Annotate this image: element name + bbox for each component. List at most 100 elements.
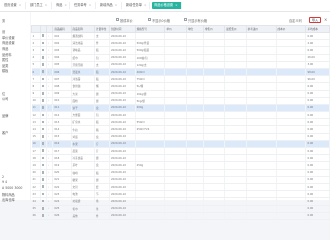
chevron-right-icon[interactable]: › [48,71,49,74]
checkbox-icon[interactable] [41,34,45,38]
checkbox-icon[interactable] [41,70,45,73]
column-header[interactable]: 最低售价 [224,25,247,33]
tab-close-icon[interactable]: × [64,3,67,7]
checkbox-icon[interactable] [41,63,45,66]
tab-2[interactable]: 商品 × [54,2,70,9]
table-row[interactable]: 5 › 005 牙膏牙刷支 2020-06-10 120g/支 3.00 [31,61,330,69]
chevron-right-icon[interactable]: › [48,178,49,181]
chevron-right-icon[interactable]: › [48,164,49,167]
checkbox-icon[interactable] [41,171,45,174]
import-button[interactable]: 导入 [309,17,321,23]
table-row[interactable]: 7 › 007 沐浴露瓶 2020-06-10 750ml 96.00 [31,75,330,84]
checkbox-icon[interactable] [41,120,45,124]
sidebar-item[interactable]: 商品设置 [2,40,15,45]
sidebar-item[interactable]: A 5000 3000 [2,186,22,190]
column-header[interactable]: 商品编码 [52,25,72,33]
sidebar-item[interactable]: 模板 [2,68,8,73]
table-row[interactable]: 8 › 008 食用油桶 2020-06-10 5L/桶 6.00 [31,82,330,91]
cost-price-checkbox[interactable] [116,18,119,21]
checkbox-icon[interactable] [41,214,45,217]
table-row[interactable]: 10 › 010 面粉袋 2020-06-10 5kg/袋 0.00 [31,97,330,105]
table-row[interactable]: 21 › 021 糖果袋 2020-06-10 0.00 [31,176,330,184]
custom-columns-link[interactable]: 自定义列 [289,18,302,23]
table-row[interactable]: 19 › 019 茶叶盒 2020-06-10 250g 0.00 [31,161,330,170]
chevron-right-icon[interactable]: › [48,142,49,145]
chevron-right-icon[interactable]: › [48,171,49,174]
tab-5[interactable]: 新增任务单 × [124,2,150,9]
table-row[interactable]: 16 › 016 水果斤 2020-06-10 0.00 [31,140,330,149]
chevron-right-icon[interactable]: › [48,35,49,38]
table-row[interactable]: 13 › 013 矿泉水瓶 2020-06-10 550ml 0.00 [31,118,330,127]
sidebar-item[interactable]: 2 [2,175,4,179]
checkbox-icon[interactable] [41,156,45,160]
sidebar-item[interactable]: 出库仓库 [2,197,15,202]
sidebar-item[interactable]: 品牌 [2,113,8,118]
checkbox-icon[interactable] [41,127,45,131]
tab-close-icon[interactable]: × [115,3,118,7]
table-row[interactable]: 15 › 015 鸡蛋盒 2020-06-10 0.00 [31,133,330,141]
checkbox-icon[interactable] [41,113,45,117]
chevron-right-icon[interactable]: › [48,193,49,196]
checkbox-icon[interactable] [41,56,45,59]
chevron-right-icon[interactable]: › [48,85,49,88]
checkbox-icon[interactable] [41,84,45,88]
column-header[interactable]: 规格型号 [134,25,166,33]
sidebar-item[interactable]: 品资料 [2,52,12,57]
table-row[interactable]: 3 › 003 调味品瓶 2020-06-10 500g/瓶装 6.00 [31,46,330,55]
chevron-right-icon[interactable]: › [48,214,49,217]
tab-3[interactable]: 任务单号 × [72,2,96,9]
table-row[interactable]: 24 › 024 垃圾袋卷 2020-06-10 0.00 [31,197,330,206]
column-header[interactable]: 参考进价 [245,25,277,33]
checkbox-icon[interactable] [41,149,45,153]
table-row[interactable]: 1 › 001 烟酒饮料支 2020-06-10 0.00 [31,32,330,41]
column-header[interactable]: 计量单位 [93,25,110,33]
sidebar-item[interactable]: 物料商品 [2,192,15,197]
sidebar-item[interactable]: 属性 [2,57,8,62]
chevron-right-icon[interactable]: › [48,157,49,160]
table-row[interactable]: 25 › 025 毛巾条 2020-06-10 0.00 [31,205,330,213]
sidebar-item[interactable]: 客户 [2,130,8,135]
chevron-right-icon[interactable]: › [48,99,49,102]
tab-close-icon[interactable]: × [89,3,92,7]
chevron-right-icon[interactable]: › [48,63,49,66]
checkbox-icon[interactable] [41,185,45,188]
table-row[interactable]: 6 › 006 洗发水瓶 2020-06-10 400ml 98.00 [31,68,330,77]
table-row[interactable]: 22 › 022 文具套 2020-06-10 0.00 [31,183,330,192]
table-row[interactable]: 14 › 014 牛奶箱 2020-06-10 250ml*24 0.00 [31,125,330,134]
chevron-right-icon[interactable]: › [48,200,49,203]
chevron-right-icon[interactable]: › [48,78,49,81]
chevron-right-icon[interactable]: › [48,121,49,124]
tab-close-icon[interactable]: × [144,3,147,7]
column-header[interactable]: 单价 [164,25,187,33]
checkbox-icon[interactable] [41,48,45,52]
column-header[interactable]: 零售价 [202,25,226,33]
sidebar-item[interactable]: 务 [2,18,5,23]
table-row[interactable]: 17 › 017 蔬菜斤 2020-06-10 0.00 [31,147,330,156]
checkbox-icon[interactable] [41,199,45,203]
chevron-right-icon[interactable]: › [48,135,49,138]
table-row[interactable]: 12 › 012 方便面包 2020-06-10 0.00 [31,111,330,120]
chevron-right-icon[interactable]: › [48,49,49,52]
close-icon[interactable]: × [324,17,327,22]
tab-close-icon[interactable]: × [19,3,22,7]
checkbox-icon[interactable] [41,77,45,81]
checkbox-icon[interactable] [41,41,45,45]
sidebar-item[interactable]: 设 [2,29,5,34]
sidebar-item[interactable]: 位 [2,91,5,96]
table-row[interactable]: 23 › 023 电池节 2020-06-10 0.00 [31,190,330,199]
table-row[interactable]: 4 › 004 纸巾包 2020-06-10 100抽/包 26.00 [31,54,330,62]
table-row[interactable]: 20 › 020 咖啡瓶 2020-06-10 0.00 [31,169,330,177]
tab-0[interactable]: 首页设置 × [2,2,26,9]
checkbox-icon[interactable] [41,135,45,138]
column-header[interactable]: 单位 [185,25,204,33]
chevron-right-icon[interactable]: › [48,207,49,210]
checkbox-icon[interactable] [41,206,45,210]
chevron-right-icon[interactable]: › [48,92,49,95]
chevron-right-icon[interactable]: › [48,42,49,45]
chevron-right-icon[interactable]: › [48,106,49,109]
checkbox-icon[interactable] [41,91,45,95]
sidebar-item[interactable]: 公司 [2,96,8,101]
table-row[interactable]: 18 › 018 冷冻食品袋 2020-06-10 0.00 [31,154,330,163]
chevron-right-icon[interactable]: › [48,114,49,117]
chevron-right-icon[interactable]: › [48,186,49,189]
